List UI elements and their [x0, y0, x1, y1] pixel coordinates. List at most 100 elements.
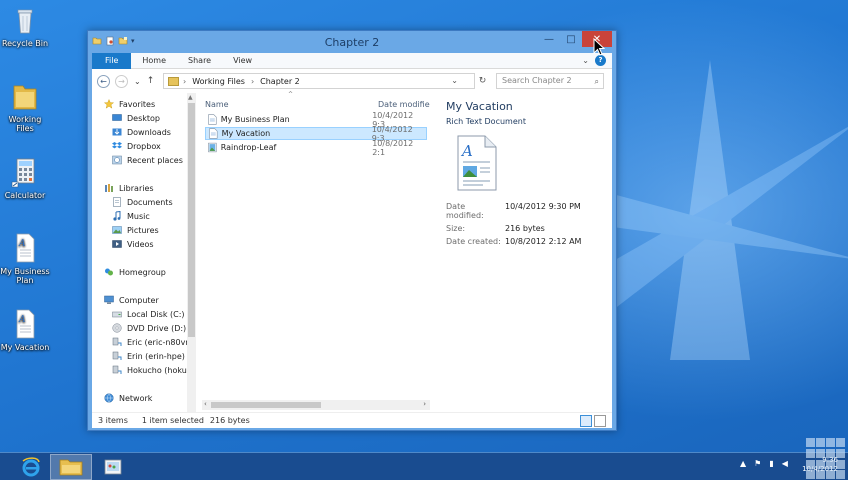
volume-icon[interactable]: ◀	[782, 459, 788, 468]
nav-eric[interactable]: Eric (eric-n80vn)	[112, 337, 194, 347]
nav-pictures[interactable]: Pictures	[112, 225, 159, 235]
nav-favorites[interactable]: Favorites	[104, 99, 155, 109]
details-view-button[interactable]	[580, 415, 592, 427]
breadcrumb-working-files[interactable]: Working Files	[192, 77, 245, 86]
forward-button[interactable]: →	[115, 74, 128, 88]
computer-icon	[104, 295, 114, 304]
documents-icon	[113, 197, 121, 207]
property-value: 216 bytes	[505, 224, 545, 233]
title-bar[interactable]: ▾ Chapter 2 — □ ✕	[88, 31, 616, 53]
preview-type: Rich Text Document	[446, 117, 526, 126]
network-drive-icon	[112, 365, 122, 374]
network-icon	[104, 393, 114, 403]
image-file-icon	[208, 142, 217, 153]
dropbox-icon	[112, 142, 122, 149]
nav-homegroup[interactable]: Homegroup	[104, 267, 166, 277]
search-icon[interactable]: ⌕	[595, 75, 599, 89]
nav-local-disk[interactable]: Local Disk (C:)	[112, 309, 185, 319]
nav-scrollbar-thumb[interactable]	[188, 103, 195, 337]
nav-label: Libraries	[119, 183, 154, 193]
nav-dvd-drive[interactable]: DVD Drive (D:) O!	[112, 323, 196, 333]
wordpad-document-icon: A	[457, 135, 497, 191]
property-key: Date created:	[446, 237, 501, 246]
nav-music[interactable]: Music	[112, 211, 150, 221]
desktop-icon-calculator[interactable]: Calculator	[0, 156, 50, 200]
address-dropdown-icon[interactable]: ⌄	[451, 76, 458, 85]
nav-dropbox[interactable]: Dropbox	[112, 141, 161, 151]
taskbar-internet-explorer[interactable]	[10, 454, 52, 480]
tray-arrow-icon[interactable]: ▲	[740, 459, 746, 468]
libraries-icon	[105, 184, 113, 192]
nav-libraries[interactable]: Libraries	[104, 183, 154, 193]
nav-erin[interactable]: Erin (erin-hpe)	[112, 351, 185, 361]
nav-documents[interactable]: Documents	[112, 197, 173, 207]
desktop-icon-my-business-plan[interactable]: A My Business Plan	[0, 232, 50, 285]
mouse-cursor-icon	[593, 38, 605, 56]
nav-label: Homegroup	[119, 267, 166, 277]
address-field[interactable]: › Working Files › Chapter 2 ⌄ ↻	[163, 73, 486, 89]
file-name: Raindrop-Leaf	[220, 143, 277, 152]
ribbon-tabs: File Home Share View ⌄ ?	[92, 52, 612, 69]
file-explorer-icon	[59, 459, 83, 476]
breadcrumb-separator: ›	[183, 76, 187, 86]
nav-label: Eric (eric-n80vn)	[127, 337, 194, 347]
column-header-date[interactable]: Date modifie	[378, 100, 430, 109]
network-drive-icon	[112, 351, 122, 360]
column-header-name[interactable]: Name	[205, 100, 229, 109]
nav-label: Desktop	[127, 113, 160, 123]
nav-label: Pictures	[127, 225, 159, 235]
drive-icon	[112, 311, 122, 318]
dvd-icon	[112, 323, 122, 333]
tab-view[interactable]: View	[222, 53, 263, 69]
calculator-icon	[11, 158, 35, 188]
nav-recent-places[interactable]: Recent places	[112, 155, 183, 165]
paint-icon	[104, 459, 122, 475]
up-button[interactable]: ↑	[147, 76, 155, 86]
nav-videos[interactable]: Videos	[112, 239, 154, 249]
taskbar-file-explorer[interactable]	[50, 454, 92, 480]
videos-icon	[112, 240, 122, 248]
desktop-icon-my-vacation[interactable]: A My Vacation	[0, 308, 50, 352]
view-buttons	[580, 415, 606, 427]
breadcrumb-chapter-2[interactable]: Chapter 2	[260, 77, 300, 86]
preview-title: My Vacation	[446, 100, 513, 113]
hscrollbar-thumb[interactable]	[211, 402, 321, 408]
nav-label: Local Disk (C:)	[127, 309, 185, 319]
back-button[interactable]: ←	[97, 74, 110, 88]
taskbar-paint[interactable]	[92, 454, 134, 480]
nav-hokucho[interactable]: Hokucho (hokuc	[112, 365, 191, 375]
network-icon[interactable]: ▮	[769, 459, 773, 468]
nav-network[interactable]: Network	[104, 393, 152, 403]
recent-locations-button[interactable]: ⌄	[134, 77, 141, 86]
tab-file[interactable]: File	[92, 52, 132, 69]
minimize-button[interactable]: —	[538, 31, 560, 47]
nav-desktop[interactable]: Desktop	[112, 113, 160, 123]
large-icons-view-button[interactable]	[594, 415, 606, 427]
action-center-flag-icon[interactable]: ⚑	[754, 459, 761, 468]
scroll-left-icon[interactable]: ‹	[204, 400, 207, 408]
star-icon	[104, 99, 114, 109]
maximize-button[interactable]: □	[560, 31, 582, 47]
refresh-button[interactable]: ↻	[474, 74, 490, 88]
tab-share[interactable]: Share	[177, 53, 222, 69]
ribbon-right: ⌄ ?	[582, 55, 612, 66]
nav-label: Computer	[119, 295, 159, 305]
nav-downloads[interactable]: Downloads	[112, 127, 171, 137]
file-date: 10/8/2012 2:1	[372, 138, 414, 157]
file-list-hscrollbar[interactable]: ‹ ›	[202, 400, 430, 410]
search-input[interactable]: Search Chapter 2 ⌕	[496, 73, 604, 89]
status-size: 216 bytes	[209, 416, 250, 425]
tab-home[interactable]: Home	[131, 53, 177, 69]
desktop-icon-working-files[interactable]: Working Files	[0, 80, 50, 133]
desktop-icon-recycle-bin[interactable]: Recycle Bin	[0, 4, 50, 48]
explorer-window: ▾ Chapter 2 — □ ✕ File Home Share View ⌄…	[87, 30, 617, 431]
scroll-up-icon[interactable]: ▲	[188, 94, 193, 101]
nav-label: Erin (erin-hpe)	[127, 351, 185, 361]
nav-scrollbar[interactable]: ▲	[187, 93, 196, 412]
nav-computer[interactable]: Computer	[104, 295, 159, 305]
file-row[interactable]: Raindrop-Leaf 10/8/2012 2:1	[205, 138, 427, 157]
scroll-right-icon[interactable]: ›	[423, 400, 426, 408]
expand-ribbon-icon[interactable]: ⌄	[582, 56, 589, 65]
file-name: My Vacation	[221, 129, 271, 138]
help-icon[interactable]: ?	[595, 55, 606, 66]
